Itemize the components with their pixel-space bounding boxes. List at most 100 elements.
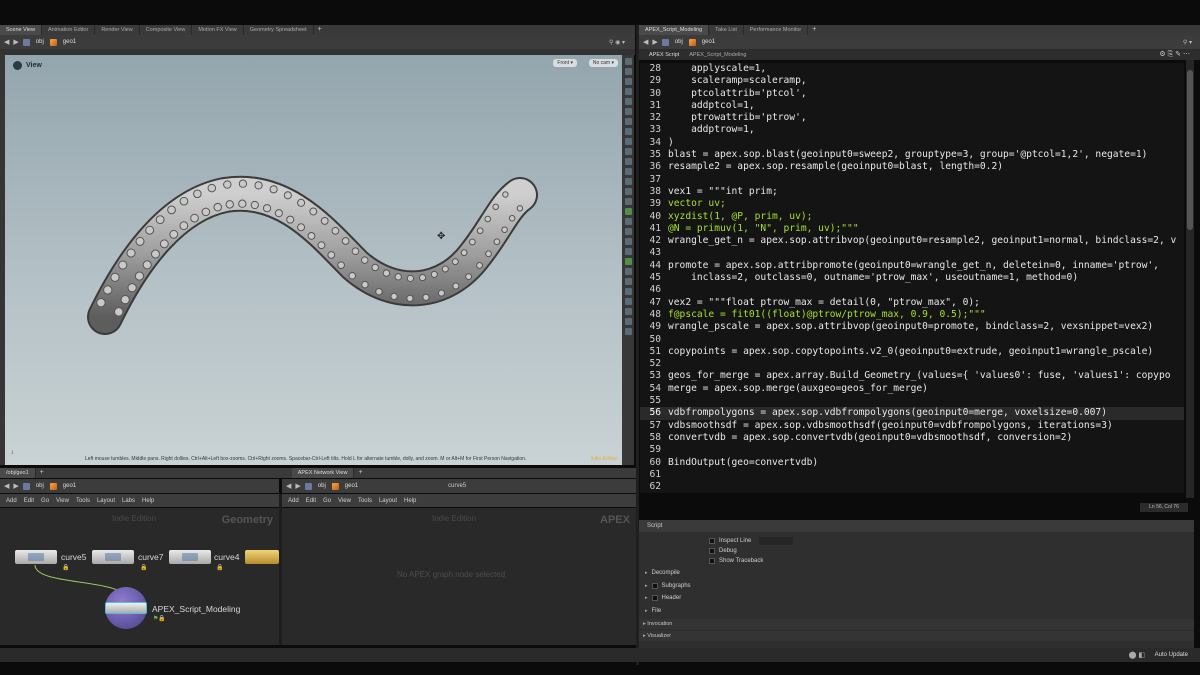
menu-edit[interactable]: Edit [306, 498, 316, 504]
section-checkbox[interactable] [651, 595, 658, 601]
path-geo1[interactable]: geo1 [61, 39, 78, 45]
menu-layout[interactable]: Layout [97, 498, 115, 504]
viewport-tool-icon[interactable] [624, 78, 632, 85]
forward-arrow-icon[interactable]: ▶ [13, 482, 18, 490]
code-line[interactable]: 45 inclass=2, outclass=0, outname='ptrow… [640, 272, 1184, 284]
code-line[interactable]: 51 copypoints = apex.sop.copytopoints.v2_… [640, 346, 1184, 358]
node-field[interactable]: curve5 [448, 483, 466, 489]
section-checkbox[interactable] [651, 582, 658, 589]
viewport-tool-icon[interactable] [624, 258, 632, 265]
tab-left-2[interactable]: Render View [95, 25, 140, 35]
tab-left-1[interactable]: Animation Editor [42, 25, 96, 35]
pin-icon[interactable]: ⚲ ▾ [1183, 39, 1192, 46]
code-line[interactable]: 41 @N = primuv(1, "N", prim, uv);""" [640, 223, 1184, 235]
viewport-tool-icon[interactable] [624, 188, 632, 195]
tab-left-3[interactable]: Composite View [140, 25, 193, 35]
code-line[interactable]: 38 vex1 = """int prim; [640, 186, 1184, 198]
viewport-tool-icon[interactable] [624, 138, 632, 145]
back-arrow-icon[interactable]: ◀ [4, 482, 9, 490]
viewport-tool-icon[interactable] [624, 128, 632, 135]
tab-obj-geo1[interactable]: /obj/geo1 [0, 468, 36, 478]
code-line[interactable]: 42 wrangle_get_n = apex.sop.attribvop(geo… [640, 235, 1184, 247]
menu-edit[interactable]: Edit [24, 498, 34, 504]
code-line[interactable]: 29 scaleramp=scaleramp, [640, 75, 1184, 87]
menu-go[interactable]: Go [323, 498, 331, 504]
visualizer-row[interactable]: ▸ Visualizer [639, 631, 1194, 641]
add-tab-icon[interactable]: + [314, 25, 326, 35]
section-header[interactable]: ▸ Header [645, 595, 681, 601]
code-editor[interactable]: 28 applyscale=1, 29 scaleramp=scaleramp, 3… [640, 63, 1184, 493]
node-curve5[interactable] [15, 550, 57, 564]
viewport-tool-icon[interactable] [624, 58, 632, 65]
viewport-3d[interactable]: View Front ▾ No cam ▾ ✥ ┘ Left mouse tum… [5, 55, 622, 465]
code-line[interactable]: 47 vex2 = """float ptrow_max = detail(0, … [640, 297, 1184, 309]
debug-checkbox[interactable] [709, 548, 715, 554]
menu-help[interactable]: Help [404, 498, 416, 504]
code-line[interactable]: 31 addptcol=1, [640, 100, 1184, 112]
add-tab-icon[interactable]: + [808, 25, 820, 35]
path-obj[interactable]: obj [316, 483, 328, 489]
code-line[interactable]: 61 [640, 469, 1184, 481]
tab-right-2[interactable]: Performance Monitor [744, 25, 809, 35]
code-line[interactable]: 39 vector uv; [640, 198, 1184, 210]
add-tab-icon[interactable]: + [354, 468, 366, 478]
subtab-apex-script[interactable]: APEX Script [649, 52, 679, 58]
viewport-tool-icon[interactable] [624, 108, 632, 115]
viewport-tool-icon[interactable] [624, 288, 632, 295]
menu-tools[interactable]: Tools [76, 498, 90, 504]
code-line[interactable]: 48 f@pscale = fit01((float)@ptrow/ptrow_m… [640, 309, 1184, 321]
tab-left-0[interactable]: Scene View [0, 25, 42, 35]
viewport-tool-icon[interactable] [624, 168, 632, 175]
code-line[interactable]: 50 [640, 334, 1184, 346]
back-arrow-icon[interactable]: ◀ [4, 38, 9, 46]
forward-arrow-icon[interactable]: ▶ [652, 38, 657, 46]
code-line[interactable]: 28 applyscale=1, [640, 63, 1184, 75]
tab-right-1[interactable]: Take List [709, 25, 744, 35]
viewport-tool-icon[interactable] [624, 228, 632, 235]
viewport-tool-icon[interactable] [624, 198, 632, 205]
invocation-row[interactable]: ▸ Invocation [639, 619, 1194, 629]
viewport-tool-icon[interactable] [624, 98, 632, 105]
scrollbar-thumb[interactable] [1187, 70, 1193, 230]
viewport-tool-icon[interactable] [624, 308, 632, 315]
menu-help[interactable]: Help [142, 498, 154, 504]
back-arrow-icon[interactable]: ◀ [286, 482, 291, 490]
section-file[interactable]: ▸ File [645, 608, 661, 614]
node-partial[interactable] [245, 550, 279, 564]
editor-scrollbar[interactable] [1186, 60, 1194, 498]
inspect-line-field[interactable] [759, 537, 794, 545]
viewport-tool-icon[interactable] [624, 268, 632, 275]
tab-right-0[interactable]: APEX_Script_Modeling [639, 25, 710, 35]
back-arrow-icon[interactable]: ◀ [643, 38, 648, 46]
code-line[interactable]: 32 ptrowattrib='ptrow', [640, 112, 1184, 124]
tab-left-4[interactable]: Motion FX View [192, 25, 244, 35]
path-geo1[interactable]: geo1 [61, 483, 78, 489]
viewport-tool-icon[interactable] [624, 178, 632, 185]
code-line[interactable]: 34) [640, 137, 1184, 149]
viewport-tool-icon[interactable] [624, 148, 632, 155]
code-line[interactable]: 62 [640, 481, 1184, 493]
subtab-apex-script-modeling[interactable]: APEX_Script_Modeling [689, 52, 746, 58]
viewport-tool-icon[interactable] [624, 298, 632, 305]
viewport-tool-icon[interactable] [624, 328, 632, 335]
menu-view[interactable]: View [56, 498, 69, 504]
traceback-checkbox[interactable] [709, 558, 715, 564]
code-line[interactable]: 33 addptrow=1, [640, 124, 1184, 136]
path-geo1[interactable]: geo1 [700, 39, 717, 45]
apex-network[interactable]: Indie Edition APEX No APEX graph node se… [282, 508, 636, 645]
code-line[interactable]: 35 blast = apex.sop.blast(geoinput0=sweep… [640, 149, 1184, 161]
node-apex-script-modeling[interactable] [105, 587, 147, 629]
menu-go[interactable]: Go [41, 498, 49, 504]
menu-add[interactable]: Add [6, 498, 17, 504]
code-line[interactable]: 36 resample2 = apex.sop.resample(geoinput… [640, 161, 1184, 173]
code-line[interactable]: 55 [640, 395, 1184, 407]
viewport-tool-icon[interactable] [624, 218, 632, 225]
section-subgraphs[interactable]: ▸ Subgraphs [645, 582, 691, 589]
path-obj[interactable]: obj [34, 483, 46, 489]
node-curve4[interactable] [169, 550, 211, 564]
auto-update[interactable]: Auto Update [1155, 652, 1188, 658]
menu-view[interactable]: View [338, 498, 351, 504]
code-line[interactable]: 60 BindOutput(geo=convertvdb) [640, 457, 1184, 469]
path-obj[interactable]: obj [673, 39, 685, 45]
menu-tools[interactable]: Tools [358, 498, 372, 504]
